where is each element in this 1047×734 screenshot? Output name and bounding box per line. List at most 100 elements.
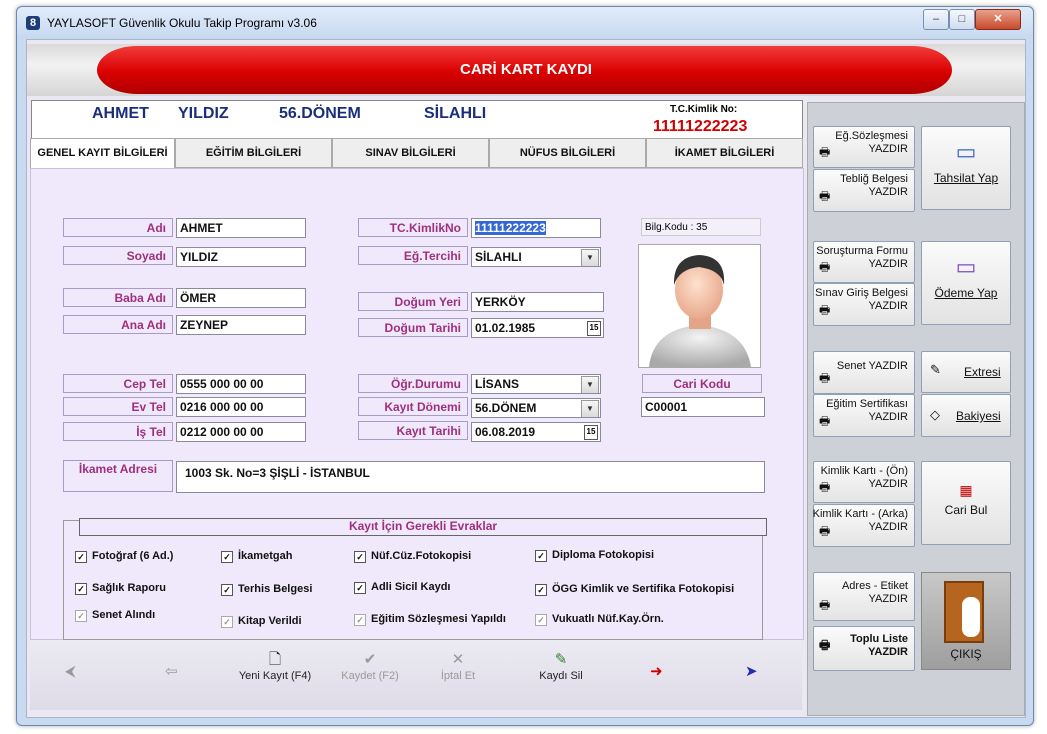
- tab-nufus[interactable]: NÜFUS BİLGİLERİ: [489, 138, 646, 168]
- tab-genel-kayit[interactable]: GENEL KAYIT BİLGİLERİ: [30, 138, 175, 169]
- odeme-button[interactable]: ▭ Ödeme Yap: [921, 241, 1011, 325]
- tercih-select[interactable]: SİLAHLI ▼: [471, 247, 601, 267]
- header-donem: 56.DÖNEM: [279, 105, 361, 122]
- ana-field[interactable]: ZEYNEP: [176, 315, 306, 335]
- first-record-button[interactable]: ⮜: [65, 662, 76, 682]
- chevron-down-icon[interactable]: ▼: [581, 249, 599, 266]
- calendar-search-icon: ▦: [959, 482, 973, 498]
- tab-egitim[interactable]: EĞİTİM BİLGİLERİ: [175, 138, 332, 168]
- ikamet-field[interactable]: 1003 Sk. No=3 ŞİŞLİ - İSTANBUL: [176, 461, 765, 493]
- last-arrow-icon: ➤: [745, 663, 758, 680]
- banner-title: CARİ KART KAYDI: [460, 61, 592, 78]
- adres-etiket-yazdir-button[interactable]: Adres - Etiket YAZDIR 🖶: [813, 572, 915, 621]
- chevron-down-icon[interactable]: ▼: [581, 400, 599, 417]
- app-window: 8 YAYLASOFT Güvenlik Okulu Takip Program…: [16, 6, 1034, 726]
- sorusturma-yazdir-button[interactable]: Soruşturma Formu YAZDIR 🖶: [813, 241, 915, 283]
- toplu-liste-yazdir-button[interactable]: Toplu Liste YAZDIR 🖶: [813, 626, 915, 671]
- printer-icon: 🖶: [819, 598, 831, 612]
- close-button[interactable]: ✕: [975, 9, 1021, 30]
- sozlesme-yazdir-button[interactable]: Eğ.Sözleşmesi YAZDIR 🖶: [813, 126, 915, 168]
- kayit-donemi-select[interactable]: 56.DÖNEM ▼: [471, 398, 601, 418]
- baba-field[interactable]: ÖMER: [176, 288, 306, 308]
- printer-icon: 🖶: [819, 638, 831, 652]
- tahsilat-button[interactable]: ▭ Tahsilat Yap: [921, 126, 1011, 210]
- cikis-button[interactable]: ÇIKIŞ: [921, 572, 1011, 670]
- checkbox-adli-sicil[interactable]: ✓ Adli Sicil Kaydı: [354, 581, 450, 594]
- evraklar-title: Kayıt İçin Gerekli Evraklar: [79, 518, 767, 536]
- adi-field[interactable]: AHMET: [176, 218, 306, 238]
- header-ad: AHMET: [92, 105, 149, 122]
- egitim-sertifikasi-yazdir-button[interactable]: Eğitim Sertifikası YAZDIR 🖶: [813, 394, 915, 437]
- last-record-button[interactable]: ➤: [745, 662, 758, 682]
- tc-field[interactable]: 11111222223: [471, 218, 601, 238]
- printer-icon: 🖶: [819, 480, 831, 494]
- calendar-icon[interactable]: 15: [587, 321, 601, 336]
- tab-sinav[interactable]: SINAV BİLGİLERİ: [332, 138, 489, 168]
- document-icon: ✎: [930, 362, 941, 377]
- student-header: AHMET YILDIZ 56.DÖNEM SİLAHLI T.C.Kimlik…: [31, 100, 803, 140]
- header-tc-value: 11111222223: [653, 118, 748, 135]
- dogum-tarihi-field[interactable]: 01.02.1985 15: [471, 318, 604, 338]
- kayit-donemi-value: 56.DÖNEM: [475, 401, 537, 415]
- header-soyad: YILDIZ: [178, 105, 229, 122]
- cari-bul-button[interactable]: ▦ Cari Bul: [921, 461, 1011, 545]
- tab-ikamet[interactable]: İKAMET BİLGİLERİ: [646, 138, 803, 168]
- extresi-button[interactable]: ✎ Extresi: [921, 351, 1011, 393]
- new-record-button[interactable]: 🗋 Yeni Kayıt (F4): [235, 650, 315, 682]
- printer-icon: 🖶: [819, 414, 831, 428]
- checkmark-icon: ✔: [363, 651, 377, 668]
- printer-icon: 🖶: [819, 189, 831, 203]
- checkbox-saglik-raporu[interactable]: ✓ Sağlık Raporu: [75, 582, 166, 595]
- soyadi-field[interactable]: YILDIZ: [176, 247, 306, 267]
- delete-icon: ✎: [554, 651, 568, 668]
- app-icon: 8: [26, 16, 40, 30]
- chevron-down-icon[interactable]: ▼: [581, 376, 599, 393]
- prev-record-button[interactable]: ⇦: [165, 662, 178, 682]
- calendar-icon[interactable]: 15: [584, 425, 598, 440]
- ev-field[interactable]: 0216 000 00 00: [176, 397, 306, 417]
- cep-field[interactable]: 0555 000 00 00: [176, 374, 306, 394]
- tab-bar: GENEL KAYIT BİLGİLERİ EĞİTİM BİLGİLERİ S…: [30, 138, 805, 169]
- next-record-button[interactable]: ➜: [650, 662, 663, 682]
- cancel-button[interactable]: ✕ İptal Et: [428, 650, 488, 682]
- maximize-button[interactable]: □: [949, 9, 975, 30]
- checkbox-kitap-verildi[interactable]: ✓ Kitap Verildi: [221, 615, 302, 628]
- eraser-icon: ◇: [930, 407, 940, 422]
- kayit-tarihi-label: Kayıt Tarihi: [358, 421, 468, 440]
- checkbox-fotograf[interactable]: ✓ Fotoğraf (6 Ad.): [75, 550, 173, 563]
- cari-kodu-field[interactable]: C00001: [641, 397, 765, 417]
- credit-card-icon: ▭: [955, 139, 977, 164]
- checkbox-senet-alindi[interactable]: ✓ Senet Alındı: [75, 609, 155, 622]
- checkbox-diploma[interactable]: ✓ Diploma Fotokopisi: [535, 549, 654, 562]
- bakiyesi-button[interactable]: ◇ Bakiyesi: [921, 394, 1011, 437]
- is-field[interactable]: 0212 000 00 00: [176, 422, 306, 442]
- ana-label: Ana Adı: [63, 315, 173, 334]
- kayit-donemi-label: Kayıt Dönemi: [358, 397, 468, 416]
- dogum-yeri-field[interactable]: YERKÖY: [471, 292, 604, 312]
- ogr-select[interactable]: LİSANS ▼: [471, 374, 601, 394]
- checkbox-egitim-sozlesmesi[interactable]: ✓ Eğitim Sözleşmesi Yapıldı: [354, 613, 506, 626]
- minimize-button[interactable]: –: [923, 9, 949, 30]
- save-button[interactable]: ✔ Kaydet (F2): [330, 650, 410, 682]
- tc-label: TC.KimlikNo: [358, 218, 468, 237]
- bilg-kodu: Bilg.Kodu : 35: [641, 218, 761, 236]
- delete-record-button[interactable]: ✎ Kaydı Sil: [526, 650, 596, 682]
- printer-icon: 🖶: [819, 524, 831, 538]
- header-tc-label: T.C.Kimlik No:: [670, 104, 738, 115]
- ikamet-label: İkamet Adresi: [63, 460, 173, 492]
- adi-label: Adı: [63, 218, 173, 237]
- kimlik-on-yazdir-button[interactable]: Kimlik Kartı - (Ön) YAZDIR 🖶: [813, 461, 915, 503]
- is-label: İş Tel: [63, 422, 173, 441]
- senet-yazdir-button[interactable]: Senet YAZDIR 🖶: [813, 351, 915, 394]
- checkbox-nufus-cuzdani[interactable]: ✓ Nüf.Cüz.Fotokopisi: [354, 550, 471, 563]
- kimlik-arka-yazdir-button[interactable]: Kimlik Kartı - (Arka) YAZDIR 🖶: [813, 504, 915, 547]
- kayit-tarihi-field[interactable]: 06.08.2019 15: [471, 422, 601, 442]
- sinav-giris-yazdir-button[interactable]: Sınav Giriş Belgesi YAZDIR 🖶: [813, 283, 915, 326]
- checkbox-ikametgah[interactable]: ✓ İkametgah: [221, 550, 292, 563]
- checkbox-vukuatli[interactable]: ✓ Vukuatlı Nüf.Kay.Örn.: [535, 613, 664, 626]
- printer-icon: 🖶: [819, 260, 831, 274]
- checkbox-ogg-kimlik[interactable]: ✓ ÖGG Kimlik ve Sertifika Fotokopisi: [535, 583, 734, 596]
- title-bar: 8 YAYLASOFT Güvenlik Okulu Takip Program…: [17, 7, 1033, 39]
- teblig-yazdir-button[interactable]: Tebliğ Belgesi YAZDIR 🖶: [813, 169, 915, 212]
- checkbox-terhis-belgesi[interactable]: ✓ Terhis Belgesi: [221, 583, 312, 596]
